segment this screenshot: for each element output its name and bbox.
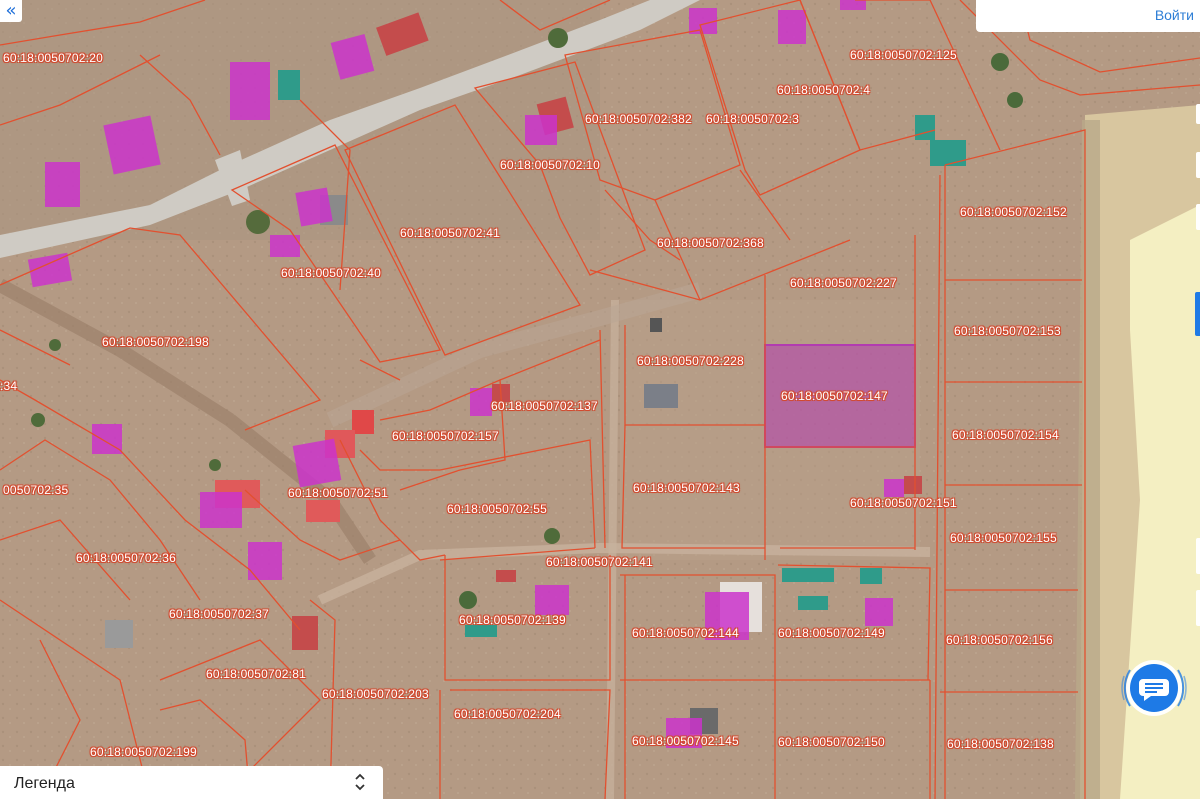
parcel-label[interactable]: 60:18:0050702:204 bbox=[454, 707, 561, 721]
parcel-label[interactable]: 60:18:0050702:151 bbox=[850, 496, 957, 510]
chat-bubble-icon bbox=[1121, 660, 1187, 716]
parcel-label[interactable]: 60:18:0050702:149 bbox=[778, 626, 885, 640]
map-canvas[interactable]: 60:18:0050702:20 60:18:0050702:125 60:18… bbox=[0, 0, 1200, 799]
up-down-chevron-icon bbox=[355, 773, 365, 791]
side-tab[interactable] bbox=[1196, 104, 1200, 124]
collapse-panel-button[interactable]: « bbox=[0, 0, 22, 22]
parcel-label[interactable]: 60:18:0050702:4 bbox=[777, 83, 870, 97]
parcel-label[interactable]: 60:18:0050702:155 bbox=[950, 531, 1057, 545]
parcel-label[interactable]: 60:18:0050702:144 bbox=[632, 626, 739, 640]
parcel-label[interactable]: 60:18:0050702:139 bbox=[459, 613, 566, 627]
parcel-label[interactable]: 60:18:0050702:40 bbox=[281, 266, 381, 280]
parcel-label[interactable]: 60:18:0050702:138 bbox=[947, 737, 1054, 751]
side-tab[interactable] bbox=[1196, 204, 1200, 230]
parcel-label[interactable]: 60:18:0050702:143 bbox=[633, 481, 740, 495]
parcel-label[interactable]: 60:18:0050702:37 bbox=[169, 607, 269, 621]
parcel-label[interactable]: 60:18:0050702:125 bbox=[850, 48, 957, 62]
parcel-label[interactable]: 60:18:0050702:198 bbox=[102, 335, 209, 349]
parcel-label[interactable]: 60:18:0050702:41 bbox=[400, 226, 500, 240]
parcel-label[interactable]: 60:18:0050702:157 bbox=[392, 429, 499, 443]
side-tab[interactable] bbox=[1196, 538, 1200, 574]
parcel-label[interactable]: 60:18:0050702:81 bbox=[206, 667, 306, 681]
parcel-label[interactable]: 60:18:0050702:51 bbox=[288, 486, 388, 500]
parcel-label[interactable]: 60:18:0050702:137 bbox=[491, 399, 598, 413]
parcel-label[interactable]: 60:18:0050702:55 bbox=[447, 502, 547, 516]
parcel-label[interactable]: 60:18:0050702:3 bbox=[706, 112, 799, 126]
parcel-label[interactable]: 60:18:0050702:156 bbox=[946, 633, 1053, 647]
parcel-label[interactable]: 60:18:0050702:368 bbox=[657, 236, 764, 250]
parcel-label[interactable]: 60:18:0050702:145 bbox=[632, 734, 739, 748]
header-panel: Войти bbox=[976, 0, 1200, 32]
parcel-label[interactable]: :34 bbox=[0, 379, 17, 393]
legend-label: Легенда bbox=[14, 775, 75, 792]
parcel-label[interactable]: 60:18:0050702:150 bbox=[778, 735, 885, 749]
parcel-label[interactable]: 60:18:0050702:153 bbox=[954, 324, 1061, 338]
parcel-label[interactable]: 60:18:0050702:382 bbox=[585, 112, 692, 126]
parcel-label[interactable]: 60:18:0050702:36 bbox=[76, 551, 176, 565]
double-chevron-left-icon: « bbox=[5, 0, 17, 21]
legend-toggle[interactable]: Легенда bbox=[0, 766, 383, 799]
login-link[interactable]: Войти bbox=[1155, 7, 1194, 23]
parcel-label-selected[interactable]: 60:18:0050702:147 bbox=[781, 389, 888, 403]
parcel-label[interactable]: 60:18:0050702:228 bbox=[637, 354, 744, 368]
parcel-label[interactable]: 60:18:0050702:203 bbox=[322, 687, 429, 701]
parcel-label[interactable]: 60:18:0050702:152 bbox=[960, 205, 1067, 219]
side-tab-active[interactable] bbox=[1195, 292, 1200, 336]
chat-button[interactable] bbox=[1116, 650, 1192, 726]
parcel-label[interactable]: 60:18:0050702:141 bbox=[546, 555, 653, 569]
parcel-label[interactable]: 60:18:0050702:227 bbox=[790, 276, 897, 290]
parcel-label[interactable]: 60:18:0050702:20 bbox=[3, 51, 103, 65]
parcel-label[interactable]: 60:18:0050702:199 bbox=[90, 745, 197, 759]
side-tab[interactable] bbox=[1196, 590, 1200, 626]
side-tab[interactable] bbox=[1196, 152, 1200, 178]
parcel-label[interactable]: 60:18:0050702:10 bbox=[500, 158, 600, 172]
parcel-label[interactable]: 0050702:35 bbox=[3, 483, 68, 497]
parcel-label[interactable]: 60:18:0050702:154 bbox=[952, 428, 1059, 442]
